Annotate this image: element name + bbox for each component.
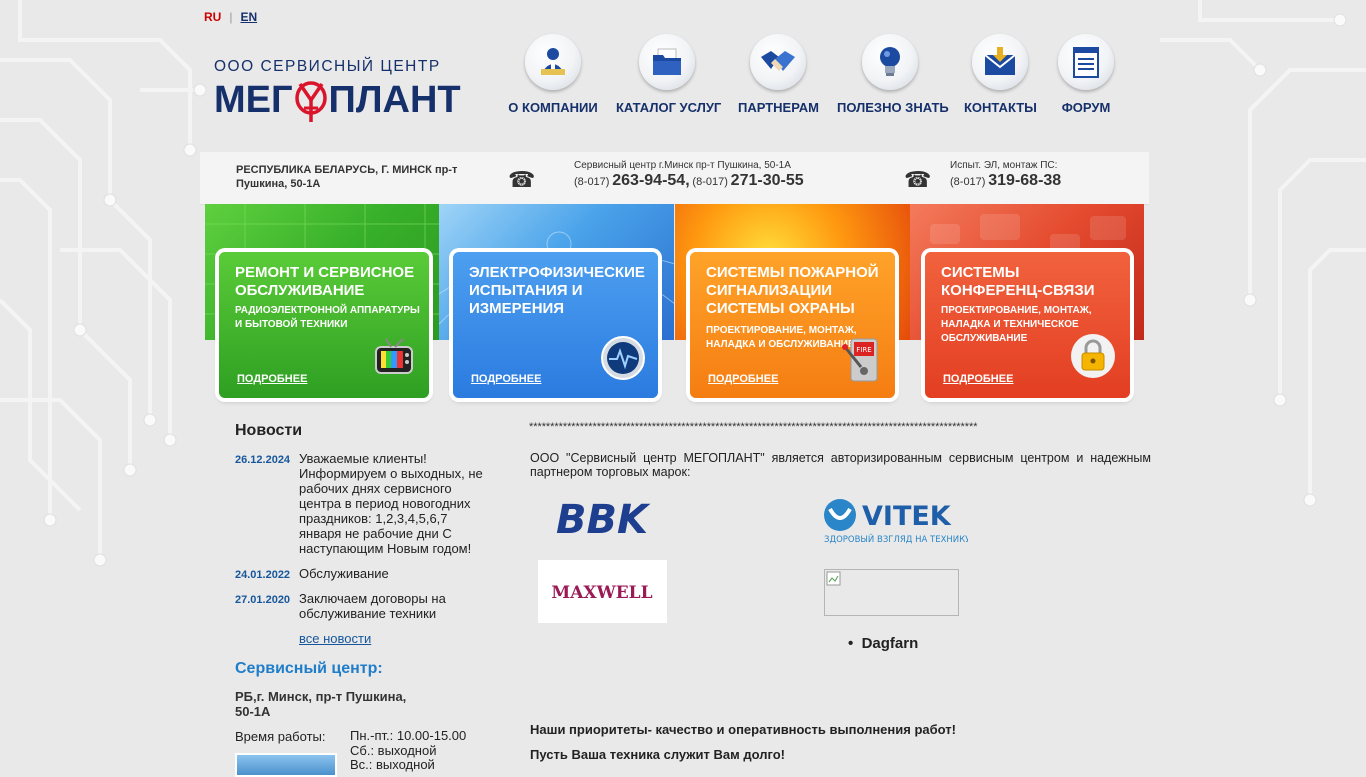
card-repair-more-link[interactable]: ПОДРОБНЕЕ [237, 373, 307, 385]
nav-useful-info[interactable]: ПОЛЕЗНО ЗНАТЬ [837, 34, 949, 115]
working-hours-label: Время работы: [235, 729, 326, 744]
presenter-icon [525, 34, 581, 90]
nav-useful-info-label: ПОЛЕЗНО ЗНАТЬ [837, 100, 949, 115]
testing-phones: Испыт. ЭЛ, монтаж ПС: (8-017) 319-68-38 [950, 160, 1062, 189]
tv-icon [373, 337, 417, 386]
testing-phones-title: Испыт. ЭЛ, монтаж ПС: [950, 160, 1058, 171]
card-repair-sub: РАДИОЭЛЕКТРОННОЙ АППАРАТУРЫ И БЫТОВОЙ ТЕ… [235, 305, 420, 330]
nav-forum[interactable]: ФОРУМ [1056, 34, 1116, 115]
news-heading: Новости [235, 422, 303, 439]
circuit-background [0, 0, 1366, 567]
news-text[interactable]: Обслуживание [299, 566, 485, 581]
nav-contacts[interactable]: КОНТАКТЫ [964, 34, 1037, 115]
intro-text: ООО "Сервисный центр МЕГОПЛАНТ" является… [530, 451, 1151, 479]
oscilloscope-icon [600, 335, 646, 386]
news-item[interactable]: 26.12.2024 Уважаемые клиенты! Информируе… [235, 451, 485, 556]
card-electrophysical[interactable]: ЭЛЕКТРОФИЗИЧЕСКИЕ ИСПЫТАНИЯ И ИЗМЕРЕНИЯ … [453, 252, 658, 398]
logo-symbol-icon [294, 81, 327, 122]
card-repair-title: РЕМОНТ И СЕРВИСНОЕ ОБСЛУЖИВАНИЕ [235, 264, 415, 299]
nav-services-catalog[interactable]: КАТАЛОГ УСЛУГ [616, 34, 722, 115]
logo-tagline: ООО СЕРВИСНЫЙ ЦЕНТР [214, 58, 441, 75]
nav-about[interactable]: О КОМПАНИИ [508, 34, 598, 115]
card-fire-alarm[interactable]: СИСТЕМЫ ПОЖАРНОЙ СИГНАЛИЗАЦИИ СИСТЕМЫ ОХ… [690, 252, 895, 398]
separator-stars: ****************************************… [529, 421, 978, 433]
brand-maxwell-logo[interactable]: MAXWELL [538, 560, 667, 623]
brand-vitek-text: VITEK [862, 501, 952, 532]
card-conference[interactable]: СИСТЕМЫ КОНФЕРЕНЦ-СВЯЗИ ПРОЕКТИРОВАНИЕ, … [925, 252, 1130, 398]
brand-bbk-logo[interactable]: BBK [536, 497, 668, 546]
all-news-link[interactable]: все новости [299, 631, 371, 646]
card-electrophysical-more-link[interactable]: ПОДРОБНЕЕ [471, 373, 541, 385]
site-logo[interactable]: ООО СЕРВИСНЫЙ ЦЕНТР МЕГ ПЛАНТ [214, 58, 478, 124]
brand-bbk-text: BBK [556, 497, 651, 541]
news-text[interactable]: Уважаемые клиенты! Информируем о выходны… [299, 451, 485, 556]
priority-text-1: Наши приоритеты- качество и оперативност… [530, 722, 956, 737]
lang-ru-link[interactable]: RU [204, 10, 221, 24]
card-fire-more-link[interactable]: ПОДРОБНЕЕ [708, 373, 778, 385]
card-electrophysical-title: ЭЛЕКТРОФИЗИЧЕСКИЕ ИСПЫТАНИЯ И ИЗМЕРЕНИЯ [469, 264, 645, 317]
service-phones: Сервисный центр г.Минск пр-т Пушкина, 50… [574, 160, 804, 189]
news-text[interactable]: Заключаем договоры на обслуживание техни… [299, 591, 485, 621]
brand-vitek-logo[interactable]: VITEK ЗДОРОВЫЙ ВЗГЛЯД НА ТЕХНИКУ [822, 497, 971, 552]
logo-text-right: ПЛАНТ [328, 79, 461, 121]
phone-icon: ☎ [904, 167, 932, 192]
nav-services-catalog-label: КАТАЛОГ УСЛУГ [616, 100, 722, 115]
service-phone-2[interactable]: 271-30-55 [731, 172, 804, 189]
broken-image-icon [826, 571, 841, 586]
nav-partners-label: ПАРТНЕРАМ [738, 100, 819, 115]
nav-partners[interactable]: ПАРТНЕРАМ [738, 34, 819, 115]
nav-about-label: О КОМПАНИИ [508, 100, 598, 115]
news-item[interactable]: 27.01.2020 Заключаем договоры на обслужи… [235, 591, 485, 621]
news-date: 26.12.2024 [235, 454, 291, 466]
nav-contacts-label: КОНТАКТЫ [964, 100, 1037, 115]
priority-text-2: Пусть Ваша техника служит Вам долго! [530, 747, 785, 762]
contact-info-bar: РЕСПУБЛИКА БЕЛАРУСЬ, Г. МИНСК пр-т Пушки… [200, 152, 1149, 205]
brand-dagfarn: • Dagfarn [848, 635, 919, 652]
logo-wordmark: МЕГ ПЛАНТ [214, 76, 478, 124]
news-item[interactable]: 24.01.2022 Обслуживание [235, 566, 485, 581]
card-repair-service[interactable]: РЕМОНТ И СЕРВИСНОЕ ОБСЛУЖИВАНИЕ РАДИОЭЛЕ… [219, 252, 429, 398]
service-phones-title: Сервисный центр г.Минск пр-т Пушкина, 50… [574, 160, 791, 171]
fire-alarm-label: FIRE [856, 346, 871, 354]
service-center-heading: Сервисный центр: [235, 660, 383, 677]
card-fire-title: СИСТЕМЫ ПОЖАРНОЙ СИГНАЛИЗАЦИИ СИСТЕМЫ ОХ… [706, 264, 879, 317]
service-center-address: РБ,г. Минск, пр-т Пушкина, 50-1А [235, 689, 407, 719]
fire-alarm-icon: FIRE [841, 333, 881, 388]
card-fire-sub: ПРОЕКТИРОВАНИЕ, МОНТАЖ, НАЛАДКА И ОБСЛУЖ… [706, 325, 857, 350]
testing-phone[interactable]: 319-68-38 [988, 172, 1061, 189]
logo-text-left: МЕГ [214, 79, 293, 121]
card-conference-title: СИСТЕМЫ КОНФЕРЕНЦ-СВЯЗИ [941, 264, 1095, 299]
nav-forum-label: ФОРУМ [1061, 100, 1111, 115]
language-switcher: RU | EN [204, 10, 258, 24]
mail-icon [972, 34, 1028, 90]
handshake-icon [750, 34, 806, 90]
padlock-icon [1070, 333, 1116, 384]
lightbulb-icon [862, 34, 918, 90]
notepad-icon [1058, 34, 1114, 90]
service-center-photo [235, 753, 337, 777]
news-date: 27.01.2020 [235, 594, 291, 606]
folder-icon [639, 34, 695, 90]
brand-broken-image[interactable] [824, 569, 959, 616]
brand-maxwell-text: MAXWELL [551, 583, 652, 603]
card-conference-more-link[interactable]: ПОДРОБНЕЕ [943, 373, 1013, 385]
working-hours: Пн.-пт.: 10.00-15.00 Сб.: выходной Вс.: … [350, 728, 467, 772]
news-date: 24.01.2022 [235, 569, 291, 581]
service-phone-1[interactable]: 263-94-54, [612, 172, 689, 189]
brand-vitek-slogan: ЗДОРОВЫЙ ВЗГЛЯД НА ТЕХНИКУ [824, 533, 968, 545]
phone-icon: ☎ [508, 167, 536, 192]
lang-en-link[interactable]: EN [240, 10, 257, 24]
company-address: РЕСПУБЛИКА БЕЛАРУСЬ, Г. МИНСК пр-т Пушки… [236, 164, 458, 190]
